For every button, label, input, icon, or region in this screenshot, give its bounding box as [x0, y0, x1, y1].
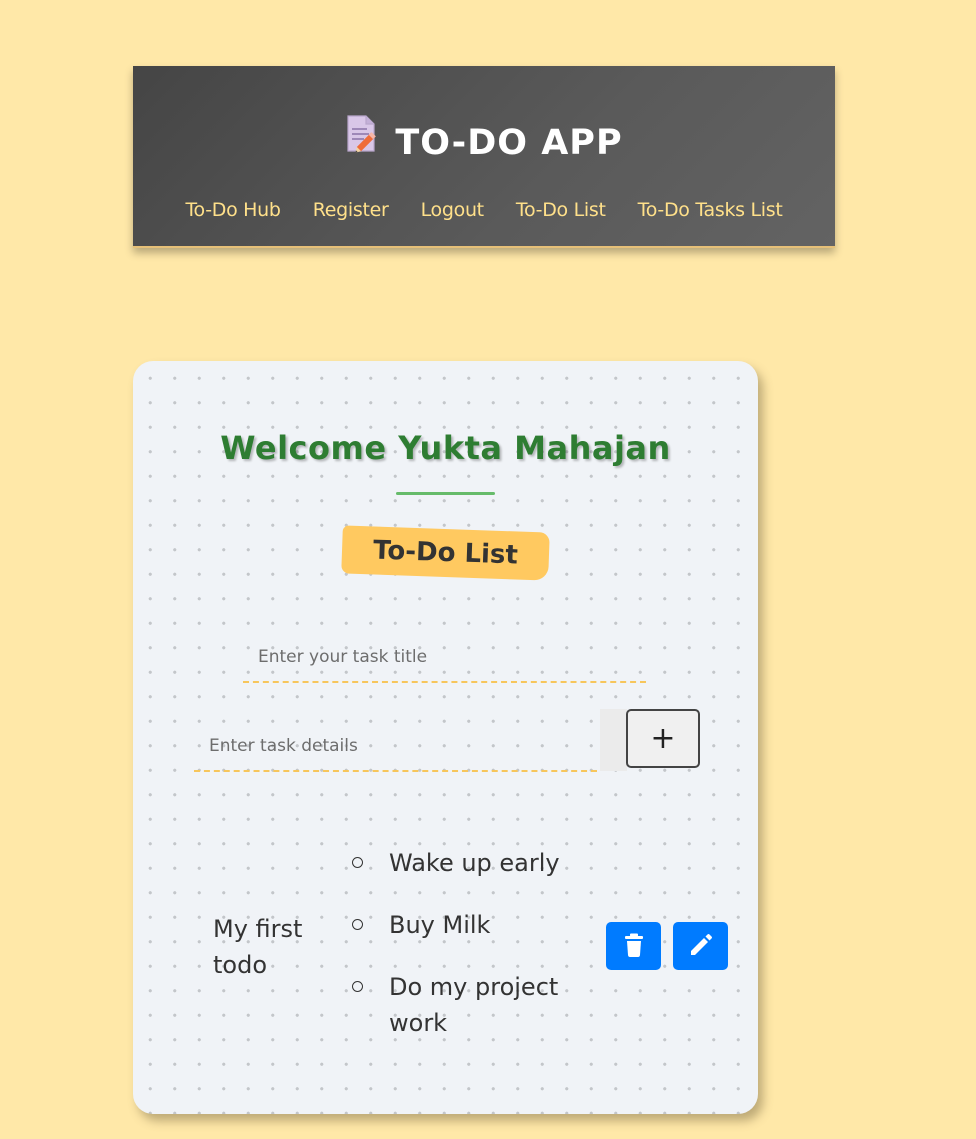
todo-title: My first todo — [213, 915, 303, 979]
input-side-strip — [600, 709, 627, 771]
delete-todo-button[interactable] — [606, 922, 661, 970]
nav-link-todo-tasks-list[interactable]: To-Do Tasks List — [638, 199, 783, 221]
bullet-icon — [352, 919, 363, 930]
todo-card: Welcome Yukta Mahajan To-Do List + My fi… — [133, 361, 758, 1114]
list-item: Wake up early — [350, 845, 580, 881]
section-label: To-Do List — [341, 525, 550, 581]
task-text: Buy Milk — [389, 911, 491, 939]
welcome-underline — [396, 492, 495, 495]
list-item: Buy Milk — [350, 907, 580, 943]
pencil-icon — [689, 933, 713, 960]
bullet-icon — [352, 981, 363, 992]
edit-todo-button[interactable] — [673, 922, 728, 970]
app-header: TO-DO APP To-Do Hub Register Logout To-D… — [133, 66, 835, 248]
main-nav: To-Do Hub Register Logout To-Do List To-… — [133, 196, 835, 224]
nav-link-todo-hub[interactable]: To-Do Hub — [185, 199, 281, 221]
task-text: Do my project work — [389, 973, 559, 1037]
task-text: Wake up early — [389, 849, 560, 877]
app-title-text: TO-DO APP — [395, 123, 623, 163]
trash-icon — [624, 933, 644, 960]
bullet-icon — [352, 857, 363, 868]
nav-link-todo-list[interactable]: To-Do List — [516, 199, 606, 221]
nav-link-logout[interactable]: Logout — [421, 199, 485, 221]
task-details-input[interactable] — [194, 722, 597, 772]
task-title-input[interactable] — [243, 633, 646, 683]
nav-link-register[interactable]: Register — [313, 199, 389, 221]
app-title: TO-DO APP — [133, 115, 835, 170]
list-item: Do my project work — [350, 969, 580, 1041]
welcome-heading: Welcome Yukta Mahajan — [220, 429, 671, 467]
add-task-button[interactable]: + — [626, 709, 700, 768]
todo-task-list: Wake up early Buy Milk Do my project wor… — [350, 845, 580, 1067]
memo-icon — [345, 115, 377, 167]
